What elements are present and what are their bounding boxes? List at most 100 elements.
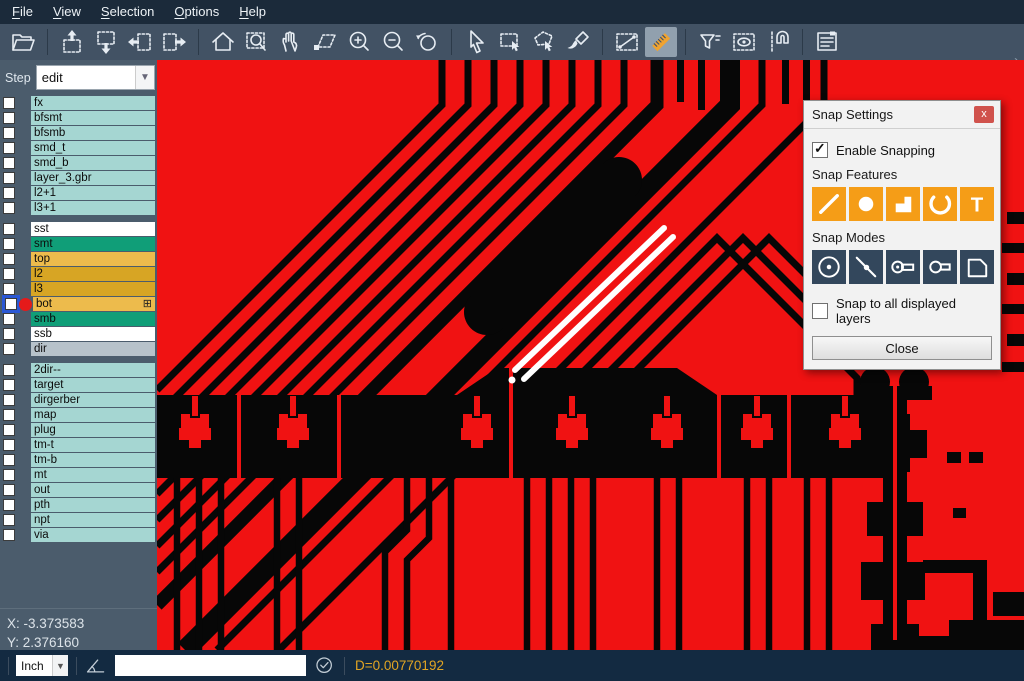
layer-checkbox[interactable] bbox=[3, 529, 15, 541]
all-layers-checkbox[interactable]: ✓ bbox=[812, 303, 828, 319]
layer-label[interactable]: dirgerber bbox=[31, 393, 155, 407]
view-region-button[interactable] bbox=[728, 27, 760, 57]
layer-checkbox[interactable] bbox=[3, 469, 15, 481]
zoom-out-button[interactable] bbox=[377, 27, 409, 57]
layer-checkbox[interactable] bbox=[3, 112, 15, 124]
layer-label[interactable]: npt bbox=[31, 513, 155, 527]
snap-button[interactable] bbox=[762, 27, 794, 57]
layer-checkbox[interactable] bbox=[3, 424, 15, 436]
layer-checkbox[interactable] bbox=[3, 328, 15, 340]
snap-feature-arc-button[interactable] bbox=[923, 187, 957, 221]
layer-label[interactable]: out bbox=[31, 483, 155, 497]
zoom-previous-button[interactable] bbox=[411, 27, 443, 57]
apply-button[interactable] bbox=[314, 655, 336, 677]
select-polygon-button[interactable] bbox=[528, 27, 560, 57]
snap-mode-center-button[interactable] bbox=[812, 250, 846, 284]
layer-label[interactable]: top bbox=[31, 252, 155, 266]
filter-button[interactable] bbox=[694, 27, 726, 57]
layer-label[interactable]: 2dir-- bbox=[31, 363, 155, 377]
dialog-title-bar[interactable]: Snap Settings x bbox=[804, 101, 1000, 129]
layer-checkbox[interactable] bbox=[3, 343, 15, 355]
layer-checkbox[interactable] bbox=[3, 202, 15, 214]
layer-label[interactable]: l3 bbox=[31, 282, 155, 296]
layer-checkbox[interactable] bbox=[3, 223, 15, 235]
layer-label[interactable]: tm-t bbox=[31, 438, 155, 452]
layer-label[interactable]: l3+1 bbox=[31, 201, 155, 215]
shift-view-up-button[interactable] bbox=[56, 27, 88, 57]
snap-feature-text-button[interactable]: T bbox=[960, 187, 994, 221]
snap-mode-slot-end-button[interactable] bbox=[886, 250, 920, 284]
zoom-in-button[interactable] bbox=[343, 27, 375, 57]
layer-checkbox[interactable] bbox=[3, 97, 15, 109]
layer-label[interactable]: bfsmt bbox=[31, 111, 155, 125]
measure-distance-button[interactable] bbox=[611, 27, 643, 57]
layer-checkbox[interactable] bbox=[5, 298, 17, 310]
layer-label[interactable]: l2+1 bbox=[31, 186, 155, 200]
pan-hand-button[interactable] bbox=[275, 27, 307, 57]
angle-mode-button[interactable] bbox=[85, 655, 107, 677]
layer-checkbox[interactable] bbox=[3, 127, 15, 139]
layer-label[interactable]: smd_t bbox=[31, 141, 155, 155]
layer-checkbox[interactable] bbox=[3, 454, 15, 466]
report-form-button[interactable] bbox=[811, 27, 843, 57]
layer-checkbox[interactable] bbox=[3, 283, 15, 295]
layer-label[interactable]: bot ⊞ bbox=[33, 297, 155, 311]
layer-label[interactable]: l2 bbox=[31, 267, 155, 281]
layer-checkbox[interactable] bbox=[3, 364, 15, 376]
layer-label[interactable]: tm-b bbox=[31, 453, 155, 467]
layer-label[interactable]: mt bbox=[31, 468, 155, 482]
menu-item-help[interactable]: Help bbox=[229, 0, 276, 24]
layer-label[interactable]: via bbox=[31, 528, 155, 542]
layer-checkbox[interactable] bbox=[3, 484, 15, 496]
home-view-button[interactable] bbox=[207, 27, 239, 57]
layer-label[interactable]: fx bbox=[31, 96, 155, 110]
layer-label[interactable]: layer_3.gbr bbox=[31, 171, 155, 185]
dialog-close-icon[interactable]: x bbox=[974, 106, 994, 123]
coordinate-input[interactable] bbox=[115, 655, 306, 676]
shift-view-down-button[interactable] bbox=[90, 27, 122, 57]
menu-item-view[interactable]: View bbox=[43, 0, 91, 24]
snap-mode-line-point-button[interactable] bbox=[849, 250, 883, 284]
layer-checkbox[interactable] bbox=[3, 514, 15, 526]
layer-checkbox[interactable] bbox=[3, 499, 15, 511]
layer-checkbox[interactable] bbox=[3, 142, 15, 154]
snap-feature-surface-button[interactable] bbox=[886, 187, 920, 221]
menu-item-options[interactable]: Options bbox=[164, 0, 229, 24]
layer-label[interactable]: sst bbox=[31, 222, 155, 236]
shift-view-left-button[interactable] bbox=[124, 27, 156, 57]
snap-mode-outline-button[interactable] bbox=[960, 250, 994, 284]
layer-checkbox[interactable] bbox=[3, 409, 15, 421]
layer-label[interactable]: target bbox=[31, 378, 155, 392]
layer-checkbox[interactable] bbox=[3, 394, 15, 406]
layer-label[interactable]: bfsmb bbox=[31, 126, 155, 140]
layer-checkbox[interactable] bbox=[3, 157, 15, 169]
layer-label[interactable]: smb bbox=[31, 312, 155, 326]
ruler-button[interactable] bbox=[645, 27, 677, 57]
layer-checkbox[interactable] bbox=[3, 268, 15, 280]
select-rectangle-button[interactable] bbox=[494, 27, 526, 57]
step-select[interactable]: edit ▼ bbox=[36, 65, 155, 90]
paint-select-button[interactable] bbox=[562, 27, 594, 57]
open-file-button[interactable] bbox=[7, 27, 39, 57]
snap-mode-slot-side-button[interactable] bbox=[923, 250, 957, 284]
layer-label[interactable]: ssb bbox=[31, 327, 155, 341]
unit-select[interactable]: Inch ▼ bbox=[16, 655, 68, 676]
layer-label[interactable]: smt bbox=[31, 237, 155, 251]
enable-snapping-checkbox[interactable]: ✓ bbox=[812, 142, 828, 158]
layer-label[interactable]: dir bbox=[31, 342, 155, 356]
layer-checkbox[interactable] bbox=[3, 379, 15, 391]
layer-label[interactable]: plug bbox=[31, 423, 155, 437]
layer-checkbox[interactable] bbox=[3, 313, 15, 325]
layer-checkbox[interactable] bbox=[3, 187, 15, 199]
grid-icon[interactable]: ⊞ bbox=[143, 299, 152, 310]
layer-label[interactable]: map bbox=[31, 408, 155, 422]
menu-item-selection[interactable]: Selection bbox=[91, 0, 164, 24]
layer-checkbox[interactable] bbox=[3, 238, 15, 250]
chevron-down-icon[interactable]: ▼ bbox=[52, 655, 68, 676]
snap-feature-pad-button[interactable] bbox=[849, 187, 883, 221]
select-pointer-button[interactable] bbox=[460, 27, 492, 57]
layer-checkbox[interactable] bbox=[3, 439, 15, 451]
layer-label[interactable]: smd_b bbox=[31, 156, 155, 170]
layer-label[interactable]: pth bbox=[31, 498, 155, 512]
menu-item-file[interactable]: File bbox=[2, 0, 43, 24]
